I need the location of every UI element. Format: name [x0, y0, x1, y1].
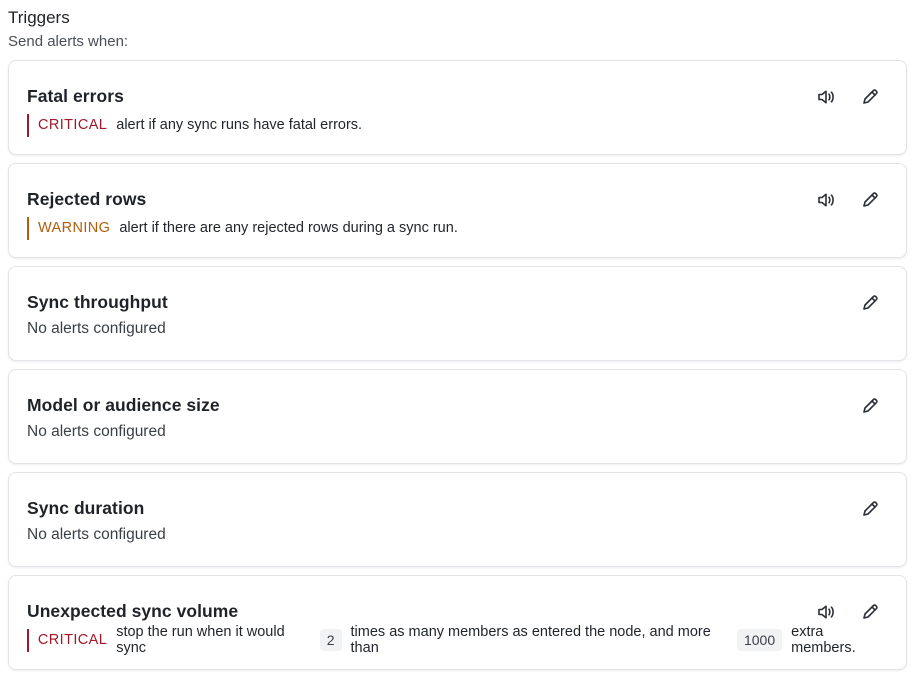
- description-text: alert if there are any rejected rows dur…: [119, 220, 458, 236]
- trigger-description: WARNING alert if there are any rejected …: [27, 216, 888, 240]
- trigger-card-sync-throughput: Sync throughput No alerts configured: [8, 266, 907, 361]
- pencil-icon[interactable]: [860, 499, 880, 519]
- severity-label: WARNING: [38, 220, 111, 236]
- pencil-icon[interactable]: [860, 396, 880, 416]
- pencil-icon[interactable]: [860, 602, 880, 622]
- card-actions: [816, 190, 880, 210]
- trigger-title: Sync throughput: [27, 292, 168, 312]
- description-text: times as many members as entered the nod…: [350, 624, 711, 656]
- severity-bar: [27, 113, 29, 137]
- pencil-icon[interactable]: [860, 87, 880, 107]
- card-actions: [860, 396, 880, 416]
- speaker-icon[interactable]: [816, 190, 836, 210]
- trigger-description: CRITICAL alert if any sync runs have fat…: [27, 113, 888, 137]
- card-actions: [816, 602, 880, 622]
- severity-bar: [27, 216, 29, 240]
- trigger-card-rejected-rows: Rejected rows WARNING alert if there are…: [8, 163, 907, 258]
- pencil-icon[interactable]: [860, 190, 880, 210]
- trigger-title: Unexpected sync volume: [27, 601, 239, 621]
- speaker-icon[interactable]: [816, 87, 836, 107]
- severity-label: CRITICAL: [37, 632, 108, 648]
- trigger-title: Model or audience size: [27, 395, 220, 415]
- trigger-card-unexpected-sync-volume: Unexpected sync volume CRITICAL stop the…: [8, 575, 907, 670]
- card-actions: [860, 499, 880, 519]
- threshold-value: 1000: [736, 629, 783, 651]
- multiplier-value: 2: [319, 629, 342, 651]
- trigger-title: Rejected rows: [27, 189, 147, 209]
- severity-label: CRITICAL: [38, 117, 108, 133]
- empty-state-text: No alerts configured: [27, 320, 166, 337]
- trigger-description: CRITICAL stop the run when it would sync…: [27, 624, 888, 656]
- pencil-icon[interactable]: [860, 293, 880, 313]
- description-text: alert if any sync runs have fatal errors…: [116, 117, 363, 133]
- description-text: extra members.: [791, 624, 856, 656]
- empty-state-text: No alerts configured: [27, 526, 166, 543]
- page-subtitle: Send alerts when:: [8, 33, 129, 50]
- severity-bar: [27, 628, 29, 652]
- speaker-icon[interactable]: [816, 602, 836, 622]
- trigger-title: Sync duration: [27, 498, 145, 518]
- trigger-card-fatal-errors: Fatal errors CRITICAL alert if any sync …: [8, 60, 907, 155]
- description-text: stop the run when it would sync: [116, 624, 285, 656]
- page-title: Triggers: [8, 8, 70, 27]
- card-actions: [816, 87, 880, 107]
- card-actions: [860, 293, 880, 313]
- trigger-title: Fatal errors: [27, 86, 124, 106]
- empty-state-text: No alerts configured: [27, 423, 166, 440]
- trigger-card-sync-duration: Sync duration No alerts configured: [8, 472, 907, 567]
- trigger-card-model-audience-size: Model or audience size No alerts configu…: [8, 369, 907, 464]
